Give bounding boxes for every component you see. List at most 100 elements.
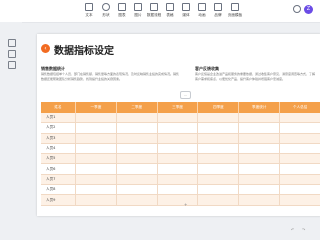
- table-cell[interactable]: 人员5: [41, 153, 76, 165]
- zoom-in-icon[interactable]: ↷: [302, 227, 305, 232]
- pages-icon[interactable]: [8, 39, 16, 47]
- table-cell[interactable]: [238, 113, 281, 124]
- table-cell[interactable]: [157, 143, 199, 155]
- table-row[interactable]: 人员8: [41, 184, 320, 196]
- animation-icon: [198, 3, 206, 11]
- table-cell[interactable]: [116, 194, 158, 206]
- toolbar-template-button[interactable]: 页面模板: [224, 3, 246, 18]
- table-cell[interactable]: [116, 163, 158, 175]
- table-cell[interactable]: 人员8: [41, 184, 76, 196]
- table-cell[interactable]: 人员4: [41, 143, 76, 155]
- table-cell[interactable]: [157, 153, 199, 165]
- table-cell[interactable]: [279, 174, 320, 186]
- table-cell[interactable]: [157, 122, 199, 134]
- table-cell[interactable]: [279, 122, 320, 134]
- table-row[interactable]: 人员7: [41, 174, 320, 186]
- table-cell[interactable]: [116, 122, 158, 134]
- play-icon[interactable]: [293, 5, 301, 13]
- table-cell[interactable]: [116, 143, 158, 155]
- table-cell[interactable]: [197, 184, 240, 196]
- table-row[interactable]: 人员2: [41, 122, 320, 134]
- table-cell[interactable]: [279, 153, 320, 165]
- slide-canvas[interactable]: ‹ 数据指标设定 销售数据统计 销售数据包括单个人员、部门在销售额、销售量等方面…: [37, 34, 320, 216]
- table-cell[interactable]: 人员7: [41, 174, 76, 186]
- avatar[interactable]: Z: [304, 5, 313, 14]
- table-cell[interactable]: [116, 174, 158, 186]
- feedback-text[interactable]: 客户反馈是企业改进产品和服务的重要依据，通过收集客户意见、满意度调查等方式，了解…: [195, 72, 317, 81]
- table-cell[interactable]: [157, 133, 199, 144]
- table-cell[interactable]: [279, 194, 320, 206]
- column-header[interactable]: 三季度: [157, 102, 199, 113]
- table-icon: [166, 3, 174, 11]
- table-cell[interactable]: [75, 163, 117, 175]
- table-cell[interactable]: [279, 163, 320, 175]
- table-cell[interactable]: [75, 153, 117, 165]
- table-row[interactable]: 人员5: [41, 153, 320, 165]
- table-cell[interactable]: [75, 122, 117, 134]
- table-cell[interactable]: [75, 133, 117, 144]
- left-rail: [0, 22, 22, 240]
- table-cell[interactable]: [116, 184, 158, 196]
- table-cell[interactable]: [157, 174, 199, 186]
- table-cell[interactable]: [157, 113, 199, 124]
- table-cell[interactable]: 人员9: [41, 194, 76, 206]
- table-cell[interactable]: [279, 143, 320, 155]
- table-cell[interactable]: [197, 133, 240, 144]
- table-row[interactable]: 人员3: [41, 133, 320, 144]
- resize-handle[interactable]: …: [180, 91, 191, 99]
- table-cell[interactable]: [238, 163, 281, 175]
- table-cell[interactable]: [197, 153, 240, 165]
- table-cell[interactable]: [238, 143, 281, 155]
- column-header[interactable]: 姓名: [41, 102, 76, 113]
- bottom-resize-handle[interactable]: +: [184, 202, 187, 207]
- table-cell[interactable]: [197, 122, 240, 134]
- table-cell[interactable]: [75, 194, 117, 206]
- table-cell[interactable]: [238, 194, 281, 206]
- column-header[interactable]: 个人总结: [279, 102, 320, 113]
- table-row[interactable]: 人员4: [41, 143, 320, 155]
- table-cell[interactable]: [279, 184, 320, 196]
- table-cell[interactable]: [197, 113, 240, 124]
- table-row[interactable]: 人员6: [41, 163, 320, 175]
- table-cell[interactable]: [75, 184, 117, 196]
- zoom-out-icon[interactable]: ↶: [291, 227, 294, 232]
- table-cell[interactable]: [238, 174, 281, 186]
- table-cell[interactable]: [75, 113, 117, 124]
- table-cell[interactable]: [157, 184, 199, 196]
- table-cell[interactable]: 人员6: [41, 163, 76, 175]
- table-cell[interactable]: [75, 174, 117, 186]
- slide-title[interactable]: 数据指标设定: [54, 42, 114, 57]
- column-header[interactable]: 四季度: [197, 102, 240, 113]
- column-header[interactable]: 二季度: [116, 102, 158, 113]
- table-cell[interactable]: [157, 194, 199, 206]
- table-cell[interactable]: 人员2: [41, 122, 76, 134]
- table-cell[interactable]: [238, 184, 281, 196]
- table-cell[interactable]: [197, 174, 240, 186]
- table-cell[interactable]: [116, 113, 158, 124]
- table-row[interactable]: 人员9: [41, 194, 320, 206]
- table-cell[interactable]: [116, 153, 158, 165]
- table-cell[interactable]: [279, 133, 320, 144]
- table-cell[interactable]: [238, 153, 281, 165]
- column-header[interactable]: 一季度: [75, 102, 117, 113]
- table-cell[interactable]: [75, 143, 117, 155]
- data-table[interactable]: 姓名 一季度 二季度 三季度 四季度 季度统计 个人总结 人员1 人员2 人员3: [41, 102, 320, 206]
- table-cell[interactable]: [157, 163, 199, 175]
- table-row[interactable]: 人员1: [41, 113, 320, 124]
- layers-icon[interactable]: [8, 50, 16, 58]
- table-cell[interactable]: [197, 163, 240, 175]
- arrow-left-icon[interactable]: ‹: [41, 44, 50, 53]
- table-cell[interactable]: [197, 143, 240, 155]
- table-cell[interactable]: [238, 122, 281, 134]
- table-cell[interactable]: [116, 133, 158, 144]
- text-icon: [85, 3, 93, 11]
- column-header[interactable]: 季度统计: [238, 102, 281, 113]
- table-cell[interactable]: [279, 113, 320, 124]
- table-cell[interactable]: [238, 133, 281, 144]
- table-cell[interactable]: 人员1: [41, 113, 76, 124]
- table-cell[interactable]: [197, 194, 240, 206]
- sales-stats-text[interactable]: 销售数据包括单个人员、部门在销售额、销售量等方面的表现情况，及时反映销售业绩的完…: [41, 72, 181, 81]
- outline-icon[interactable]: [8, 61, 16, 69]
- table-cell[interactable]: 人员3: [41, 133, 76, 144]
- table-header-row: 姓名 一季度 二季度 三季度 四季度 季度统计 个人总结: [41, 102, 320, 113]
